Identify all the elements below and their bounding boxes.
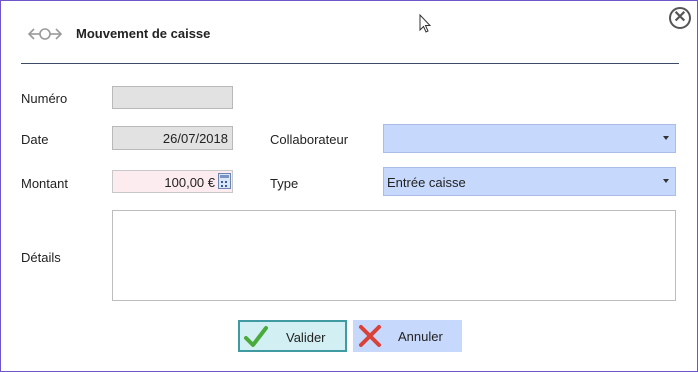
date-value: 26/07/2018 (162, 131, 228, 146)
cross-icon (359, 325, 381, 347)
type-value: Entrée caisse (387, 175, 466, 190)
montant-field[interactable]: 100,00 € (112, 170, 233, 193)
calculator-icon[interactable] (218, 173, 231, 189)
checkmark-icon (244, 326, 268, 347)
details-textarea[interactable] (112, 210, 676, 301)
date-field[interactable]: 26/07/2018 (112, 126, 233, 150)
montant-label: Montant (21, 176, 68, 191)
montant-value: 100,00 € (164, 175, 215, 190)
chevron-down-icon[interactable] (663, 179, 669, 183)
header-separator (21, 63, 679, 64)
details-label: Détails (21, 250, 61, 265)
validate-button-label: Valider (286, 330, 326, 345)
cancel-button-label: Annuler (398, 329, 443, 344)
collaborateur-select[interactable] (383, 124, 676, 153)
type-label: Type (270, 176, 299, 191)
close-icon[interactable]: ✕ (669, 7, 691, 29)
mouse-cursor-icon (419, 14, 432, 33)
exchange-arrows-icon (27, 28, 63, 40)
validate-button[interactable]: Valider (238, 320, 347, 352)
numero-label: Numéro (21, 91, 68, 106)
collaborateur-label: Collaborateur (270, 132, 349, 147)
chevron-down-icon[interactable] (663, 136, 669, 140)
cancel-button[interactable]: Annuler (353, 320, 462, 352)
date-label: Date (21, 132, 49, 147)
dialog: Mouvement de caisse ✕ Numéro Date 26/07/… (0, 0, 698, 372)
type-select[interactable]: Entrée caisse (383, 167, 676, 196)
dialog-title: Mouvement de caisse (76, 26, 211, 41)
numero-field[interactable] (112, 86, 233, 109)
